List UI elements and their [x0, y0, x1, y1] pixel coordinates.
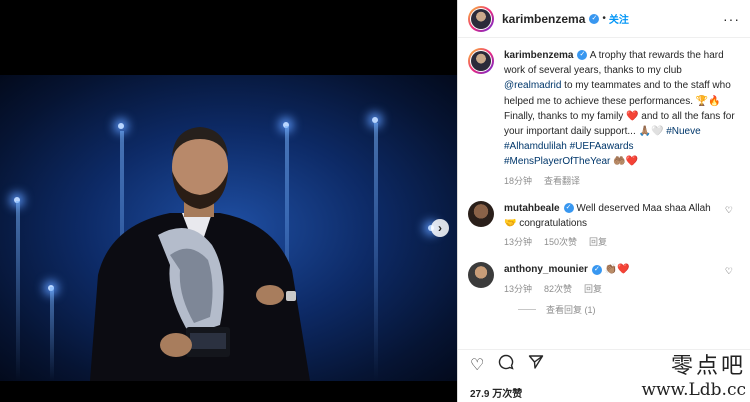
comment-meta: 13分钟 82次赞 回复 — [504, 282, 741, 297]
view-replies-button[interactable]: 查看回复 (1) — [518, 303, 741, 316]
reply-link[interactable]: 回复 — [589, 237, 607, 247]
separator-dot: • — [602, 13, 606, 24]
timestamp: 13分钟 — [504, 283, 533, 294]
light-beam — [16, 201, 20, 381]
light-beam — [374, 123, 378, 381]
light-beam — [50, 287, 54, 381]
comment-username[interactable]: mutahbeale — [504, 203, 560, 214]
post-photo — [0, 75, 457, 381]
player-with-trophy — [90, 127, 310, 381]
watermark-url: www.Ldb.cc — [641, 380, 746, 400]
caption-text: Finally, thanks to my family — [504, 110, 627, 122]
follow-button[interactable]: 关注 — [609, 11, 629, 26]
watermark: 零点吧 www.Ldb.cc — [641, 348, 746, 400]
heart-icon[interactable]: ♡ — [470, 355, 484, 375]
view-replies-label: 查看回复 (1) — [546, 304, 596, 315]
likes-count[interactable]: 27.9 万次赞 — [470, 385, 522, 400]
comment-like-heart-icon[interactable]: ♡ — [725, 205, 733, 216]
mention-link[interactable]: @realmadrid — [504, 80, 561, 91]
comment-like-heart-icon[interactable]: ♡ — [725, 266, 733, 277]
comments-section: karimbenzema ✓ A trophy that rewards the … — [458, 38, 750, 338]
comment-text: Well deserved Maa shaa Allah — [576, 202, 711, 214]
verified-badge-icon: ✓ — [577, 50, 588, 61]
post-side-panel: karimbenzema ✓ • 关注 ··· karimbenzema ✓ A … — [457, 0, 750, 402]
comment-meta: 13分钟 150次赞 回复 — [504, 235, 741, 250]
author-username[interactable]: karimbenzema — [502, 12, 585, 26]
comment-text: 🤝 congratulations — [504, 218, 588, 230]
share-icon[interactable] — [528, 354, 544, 375]
comment-icon[interactable] — [498, 354, 514, 375]
like-count[interactable]: 82次赞 — [544, 284, 572, 294]
verified-badge-icon: ✓ — [589, 13, 600, 24]
emoji: 🏆🔥 — [695, 95, 721, 107]
see-translation-link[interactable]: 查看翻译 — [544, 176, 580, 186]
hashtag-link[interactable]: #Alhamdulilah — [504, 141, 567, 152]
watermark-text: 零点吧 — [670, 354, 746, 379]
reply-link[interactable]: 回复 — [584, 284, 602, 294]
caption-username[interactable]: karimbenzema — [504, 50, 573, 61]
emoji: ❤️ — [626, 110, 639, 122]
hashtag-link[interactable]: #UEFAawards — [570, 141, 634, 152]
emoji: 🙏🏽🤍 — [638, 126, 664, 138]
emoji: 👏🏽❤️ — [604, 264, 630, 276]
caption: karimbenzema ✓ A trophy that rewards the … — [468, 48, 741, 189]
comment-username[interactable]: anthony_mounier — [504, 264, 588, 275]
avatar[interactable] — [468, 5, 494, 32]
comment: anthony_mounier ✓ 👏🏽❤️ 13分钟 82次赞 回复 ♡ — [468, 262, 741, 296]
avatar[interactable] — [468, 48, 494, 74]
avatar[interactable] — [468, 200, 494, 227]
timestamp: 13分钟 — [504, 237, 533, 248]
post-header: karimbenzema ✓ • 关注 ··· — [458, 0, 750, 38]
hashtag-link[interactable]: #Nueve — [666, 126, 700, 137]
hashtag-link[interactable]: #MensPlayerOfTheYear — [504, 156, 610, 167]
divider — [518, 308, 536, 310]
more-options-icon[interactable]: ··· — [723, 11, 740, 27]
post-media[interactable]: › — [0, 0, 457, 402]
emoji: 🤲🏽❤️ — [613, 156, 639, 168]
verified-badge-icon: ✓ — [591, 264, 602, 275]
caption-meta: 18分钟 查看翻译 — [504, 174, 741, 189]
comment: mutahbeale ✓ Well deserved Maa shaa Allah… — [468, 200, 741, 251]
like-count[interactable]: 150次赞 — [544, 237, 577, 247]
verified-badge-icon: ✓ — [563, 203, 574, 214]
timestamp: 18分钟 — [504, 175, 533, 186]
next-photo-button[interactable]: › — [431, 219, 449, 237]
avatar[interactable] — [468, 262, 494, 289]
